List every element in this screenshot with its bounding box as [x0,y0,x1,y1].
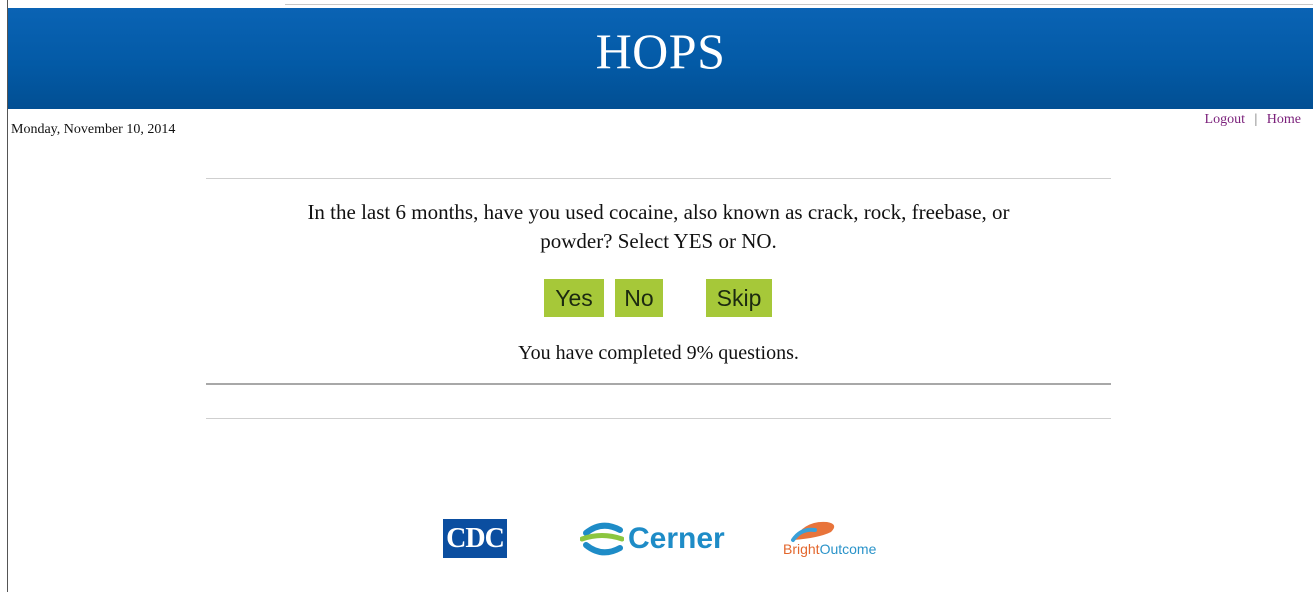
question-line-2: powder? Select YES or NO. [540,229,777,253]
nav-separator: | [1254,112,1258,127]
home-link[interactable]: Home [1267,112,1301,127]
cerner-emblem-icon [580,522,624,556]
brightoutcome-logo: BrightOutcome [783,518,903,560]
cerner-logo: Cerner [580,522,725,556]
cerner-logo-text: Cerner [628,522,725,555]
question-text: In the last 6 months, have you used coca… [206,198,1111,256]
yes-button[interactable]: Yes [544,279,604,317]
progress-text: You have completed 9% questions. [518,342,799,364]
top-strip [8,0,1313,8]
skip-button[interactable]: Skip [706,279,772,317]
brightoutcome-logo-text: BrightOutcome [783,541,877,557]
app-header: HOPS [8,8,1313,109]
cdc-logo: CDC [443,519,507,558]
divider-bottom [206,418,1111,419]
current-date: Monday, November 10, 2014 [11,122,176,137]
divider-top [206,178,1111,179]
no-button[interactable]: No [615,279,663,317]
divider-middle [206,383,1111,385]
top-nav: Logout | Home [1205,112,1301,128]
cdc-logo-text: CDC [446,522,505,554]
logout-link[interactable]: Logout [1205,112,1245,127]
question-line-1: In the last 6 months, have you used coca… [307,200,1010,224]
app-title: HOPS [595,23,726,79]
